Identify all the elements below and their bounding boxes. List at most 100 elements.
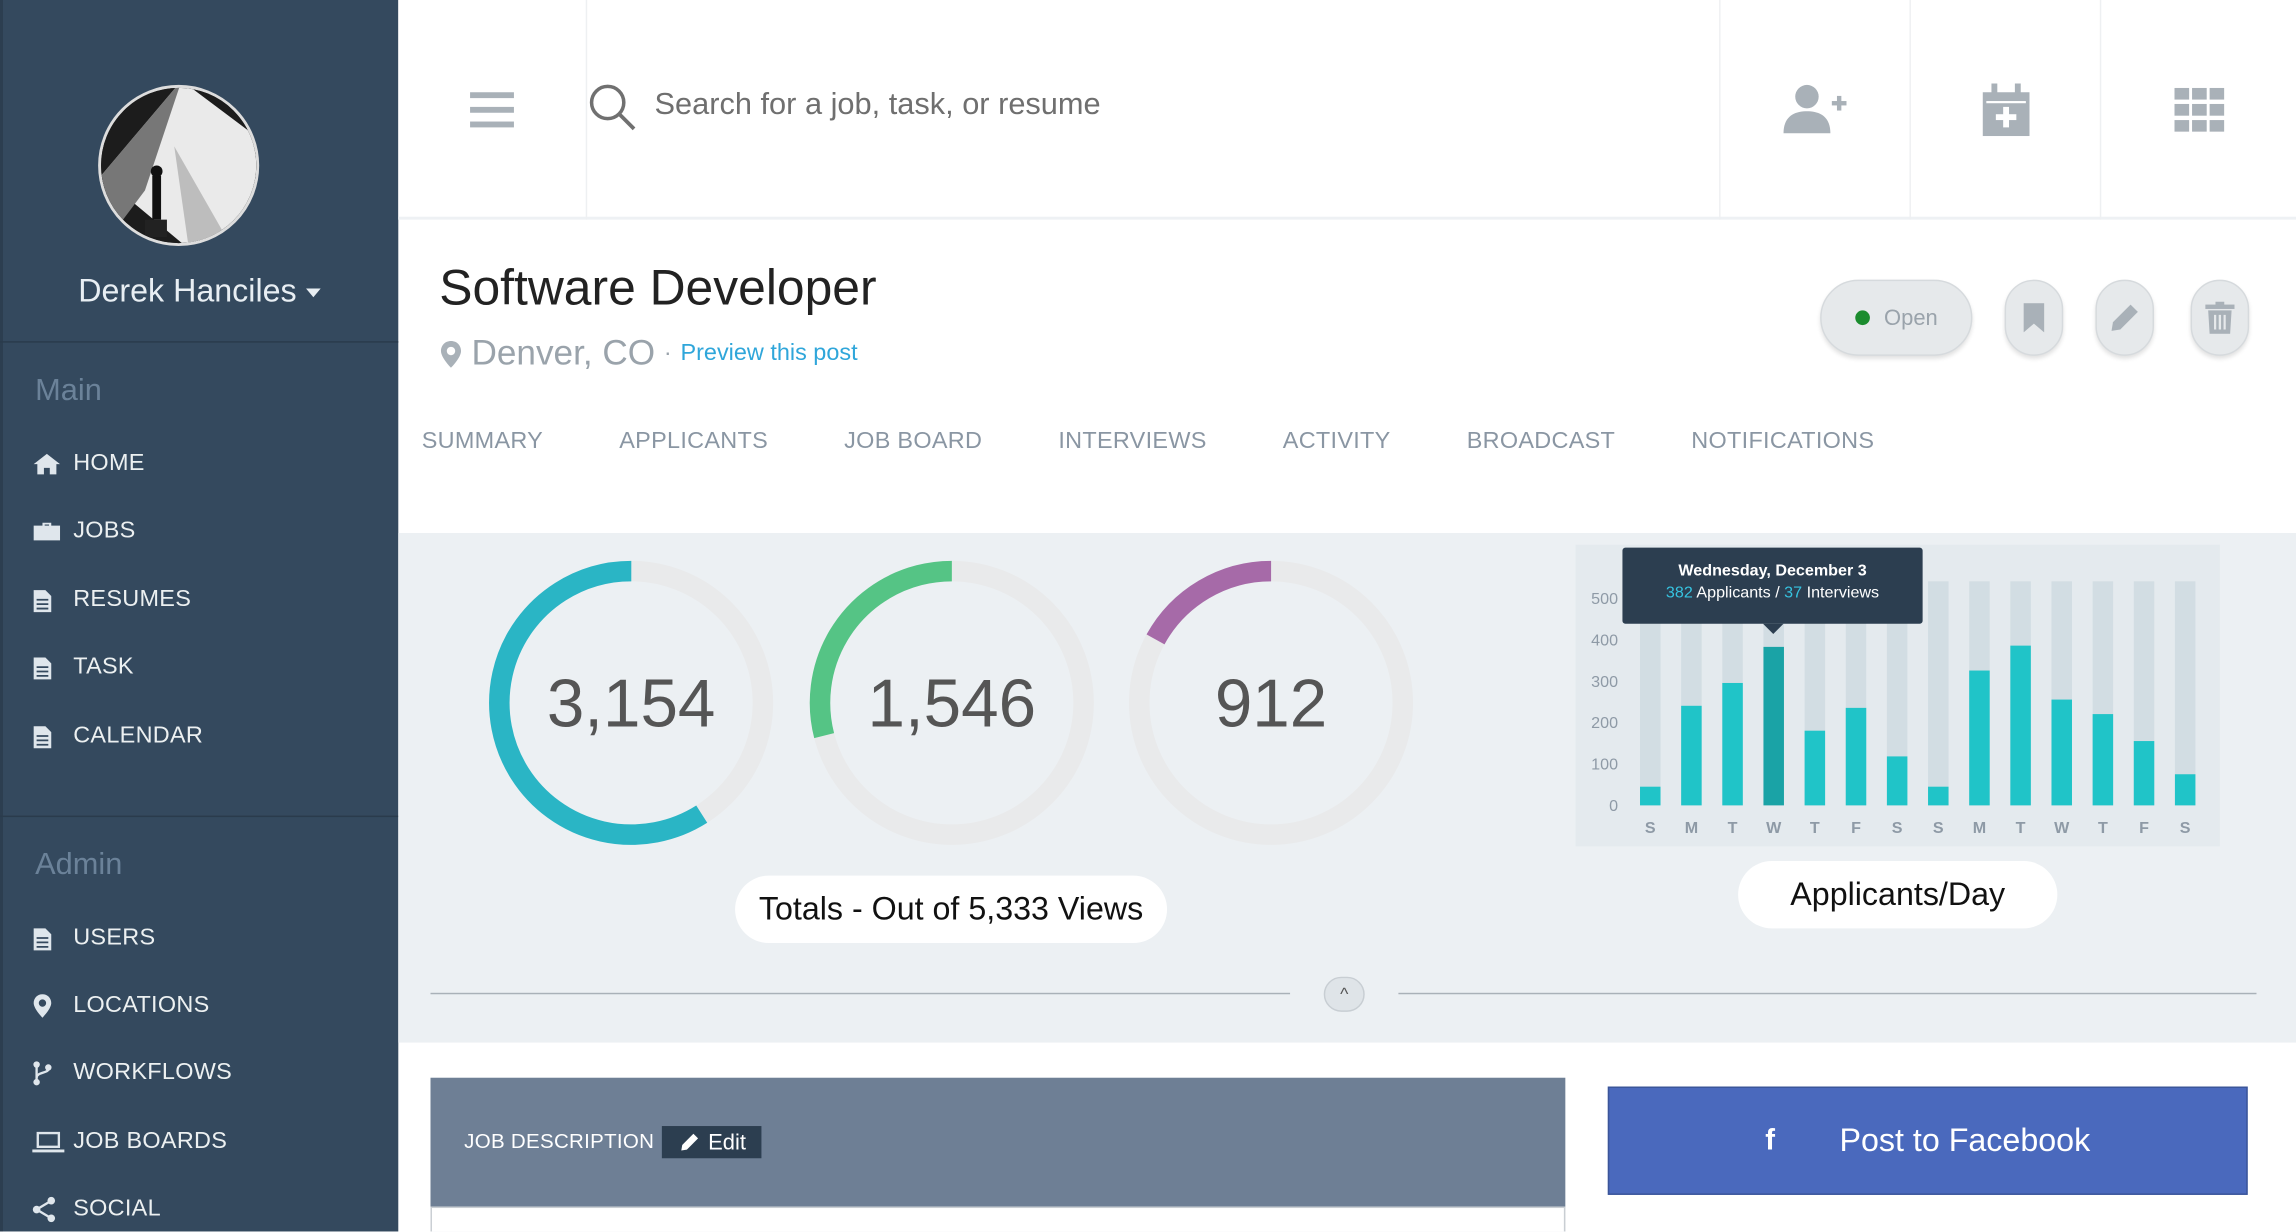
gauge-applicants: 3,154 — [485, 556, 778, 849]
tooltip-date: Wednesday, December 3 — [1678, 562, 1867, 580]
divider-right — [1398, 992, 2257, 995]
x-tick-label: S — [1892, 819, 1903, 837]
separator-dot: · — [663, 341, 672, 367]
bar[interactable] — [2010, 645, 2031, 806]
pencil-icon — [2111, 304, 2138, 331]
gauge-interviews: 1,546 — [805, 556, 1098, 849]
bar[interactable] — [2174, 774, 2196, 806]
bar[interactable] — [1886, 756, 1908, 806]
bar[interactable] — [2133, 741, 2155, 806]
bar[interactable] — [2092, 714, 2114, 806]
sidebar-item-workflows[interactable]: WORKFLOWS — [32, 1051, 232, 1095]
y-tick-label: 100 — [1591, 756, 1618, 774]
section-title-main: Main — [35, 373, 102, 408]
location-text: Denver, CO — [471, 333, 656, 374]
y-tick-label: 400 — [1591, 631, 1618, 649]
sidebar-item-label: HOME — [73, 451, 145, 476]
home-icon — [32, 452, 67, 475]
preview-post-link[interactable]: Preview this post — [680, 341, 857, 367]
tooltip-detail: 382 Applicants / 37 Interviews — [1622, 584, 1922, 602]
search-input[interactable] — [654, 80, 1475, 131]
sidebar-item-label: LOCATIONS — [73, 992, 210, 1018]
post-to-facebook-button[interactable]: f Post to Facebook — [1607, 1086, 2248, 1195]
share-icon — [32, 1196, 67, 1223]
avatar[interactable] — [98, 84, 260, 247]
sidebar-item-label: TASK — [73, 654, 134, 680]
tab-job-board[interactable]: JOB BOARD — [844, 429, 982, 455]
bar[interactable] — [1640, 786, 1661, 806]
sidebar-divider — [0, 341, 399, 343]
tab-notifications[interactable]: NOTIFICATIONS — [1691, 429, 1874, 455]
document-icon — [32, 588, 67, 613]
bar[interactable] — [1928, 786, 1949, 806]
apps-button[interactable] — [2101, 0, 2296, 220]
totals-label: Totals - Out of 5,333 Views — [735, 875, 1168, 944]
sidebar-item-task[interactable]: TASK — [32, 646, 134, 690]
x-tick-label: M — [1685, 819, 1698, 837]
gauge-value: 1,546 — [867, 664, 1037, 741]
sidebar-item-social[interactable]: SOCIAL — [32, 1188, 161, 1232]
search-icon — [589, 84, 636, 131]
tab-applicants[interactable]: APPLICANTS — [619, 429, 768, 455]
x-tick-label: W — [1766, 819, 1782, 837]
gauge-value: 3,154 — [546, 664, 716, 741]
menu-button[interactable] — [398, 0, 588, 220]
x-tick-label: S — [1933, 819, 1944, 837]
tooltip-interviews-label: Interviews — [1806, 584, 1880, 602]
bar-track — [2174, 581, 2196, 806]
y-tick-label: 200 — [1591, 714, 1618, 732]
sidebar-item-label: JOBS — [73, 518, 136, 544]
bookmark-button[interactable] — [2004, 279, 2064, 356]
collapse-toggle[interactable]: ^ — [1323, 976, 1365, 1012]
sidebar-item-calendar[interactable]: CALENDAR — [32, 715, 203, 759]
edit-label: Edit — [708, 1129, 746, 1155]
sidebar-item-locations[interactable]: LOCATIONS — [32, 984, 209, 1028]
caret-down-icon — [305, 288, 321, 298]
x-tick-label: W — [2054, 819, 2070, 837]
bar[interactable] — [1845, 707, 1867, 806]
sidebar-item-label: RESUMES — [73, 587, 192, 613]
sidebar-item-label: SOCIAL — [73, 1196, 161, 1222]
bar[interactable] — [2051, 699, 2072, 806]
sidebar-item-label: CALENDAR — [73, 723, 204, 749]
tab-summary[interactable]: SUMMARY — [422, 429, 543, 455]
edit-button[interactable] — [2095, 279, 2154, 356]
x-tick-label: S — [2180, 819, 2191, 837]
sidebar-item-home[interactable]: HOME — [32, 442, 144, 486]
menu-icon — [470, 92, 514, 128]
sidebar-item-resumes[interactable]: RESUMES — [32, 578, 191, 622]
sidebar-item-label: USERS — [73, 925, 156, 951]
y-tick-label: 500 — [1591, 590, 1618, 608]
bar[interactable] — [1969, 670, 1990, 806]
page-title: Software Developer — [439, 260, 877, 317]
add-user-button[interactable] — [1721, 0, 1911, 220]
tooltip-applicants-label: Applicants — [1696, 584, 1771, 602]
edit-description-button[interactable]: Edit — [661, 1126, 762, 1159]
tab-interviews[interactable]: INTERVIEWS — [1058, 429, 1206, 455]
sidebar: Derek Hanciles Main HOME JOBS RESUMES TA… — [0, 0, 399, 1232]
job-description-title: JOB DESCRIPTION — [464, 1128, 655, 1153]
user-menu[interactable]: Derek Hanciles — [0, 272, 398, 310]
bar[interactable] — [1804, 730, 1826, 806]
status-button[interactable]: Open — [1820, 279, 1973, 356]
bar[interactable] — [1763, 646, 1784, 806]
tab-bar: SUMMARY APPLICANTS JOB BOARD INTERVIEWS … — [422, 429, 1951, 455]
sidebar-item-jobs[interactable]: JOBS — [32, 510, 135, 554]
bar[interactable] — [1681, 705, 1702, 806]
tab-broadcast[interactable]: BROADCAST — [1467, 429, 1615, 455]
chart-label: Applicants/Day — [1738, 861, 2058, 929]
tooltip-interviews-value: 37 — [1784, 584, 1803, 602]
gauge-value: 912 — [1214, 664, 1328, 741]
facebook-icon: f — [1765, 1123, 1776, 1157]
chevron-up-icon: ^ — [1340, 984, 1349, 1005]
document-icon — [32, 655, 67, 680]
bar[interactable] — [1722, 682, 1743, 806]
sidebar-item-job-boards[interactable]: JOB BOARDS — [32, 1120, 227, 1164]
facebook-label: Post to Facebook — [1839, 1121, 2091, 1159]
sidebar-item-users[interactable]: USERS — [32, 917, 155, 961]
map-pin-icon — [32, 993, 67, 1019]
tab-activity[interactable]: ACTIVITY — [1283, 429, 1391, 455]
add-calendar-button[interactable] — [1911, 0, 2102, 220]
delete-button[interactable] — [2190, 279, 2250, 356]
x-tick-label: T — [1728, 819, 1738, 837]
